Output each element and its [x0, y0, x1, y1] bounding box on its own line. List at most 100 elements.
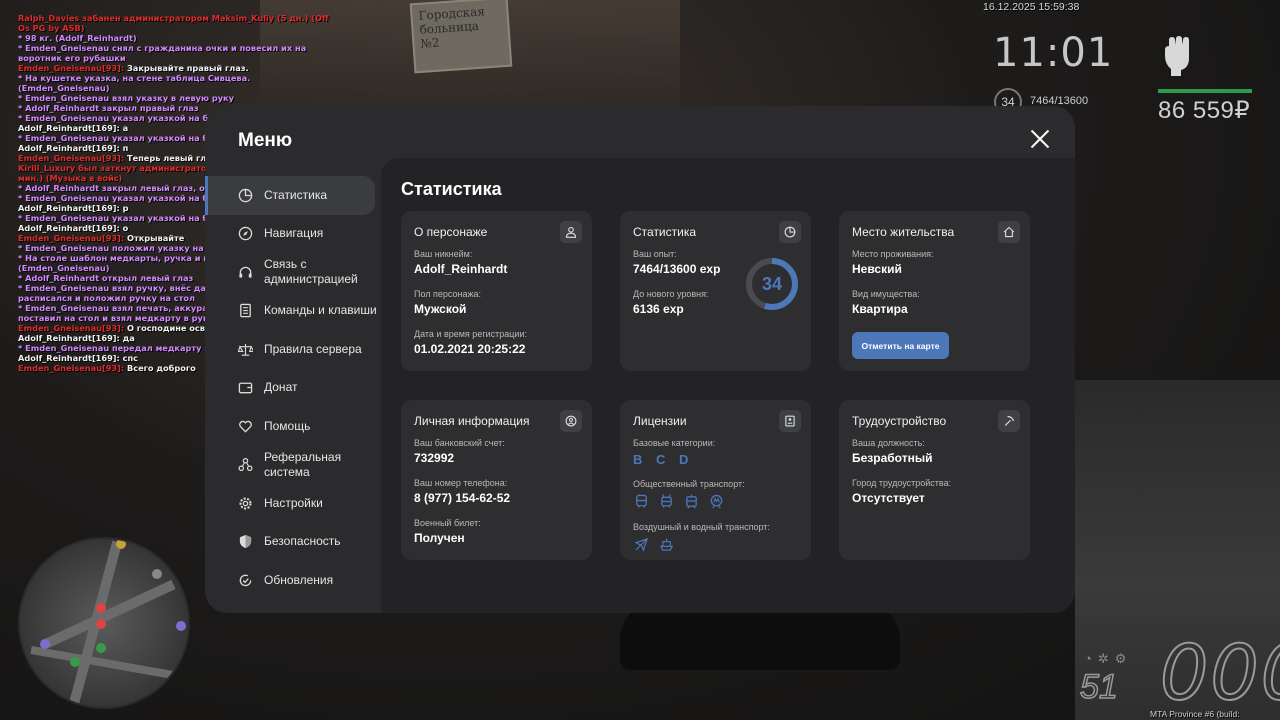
- menu-sidebar: Статистика Навигация Связь с администрац…: [205, 176, 381, 600]
- nav-item-label: Команды и клавиши: [264, 303, 377, 318]
- chat-text: Закрывайте правый глаз.: [124, 63, 249, 73]
- vehicle-status-icons: ◔✲⚙: [1084, 651, 1133, 666]
- hud-datetime: 16.12.2025 15:59:38: [983, 1, 1080, 13]
- chat-message: Emden_Gneisenau[93]: Закрывайте правый г…: [18, 63, 338, 73]
- hud-speedometer: 000: [1159, 627, 1280, 718]
- gear-icon: [237, 495, 254, 512]
- card-title: Статистика: [633, 225, 697, 239]
- background-sign: Городская больница №2: [409, 0, 513, 74]
- boat-icon: [658, 536, 675, 553]
- nav-item-referral[interactable]: Реферальная система: [205, 446, 381, 485]
- house-icon: [998, 221, 1020, 243]
- chat-text: Открывайте: [124, 233, 185, 243]
- chat-message: * Emden_Gneisenau взял указку в левую ру…: [18, 93, 234, 103]
- chat-sender: Emden_Gneisenau[93]:: [18, 233, 125, 243]
- nav-item-label: Реферальная система: [264, 449, 342, 479]
- property-type-label: Вид имущества:: [852, 289, 920, 299]
- id-card-icon: [779, 410, 801, 432]
- hud-money: 86 559₽: [1158, 97, 1251, 124]
- property-type-value: Квартира: [852, 302, 908, 316]
- nav-item-commands[interactable]: Команды и клавиши: [205, 292, 381, 331]
- menu-modal: Меню Статистика Навигация Связь с админи…: [205, 106, 1075, 613]
- card-title: Личная информация: [414, 414, 530, 428]
- pie-chart-icon: [237, 187, 254, 204]
- gender-label: Пол персонажа:: [414, 289, 482, 299]
- map-marker: [176, 621, 186, 631]
- map-marker: [96, 603, 106, 613]
- scales-icon: [237, 341, 254, 358]
- chat-message: * Emden_Gneisenau снял с гражданина очки…: [18, 43, 307, 63]
- chat-text: Всего доброго: [124, 363, 196, 373]
- chat-text: Теперь левый глаз: [124, 153, 217, 163]
- nav-item-rules[interactable]: Правила сервера: [205, 330, 381, 369]
- nav-item-statistics[interactable]: Статистика: [205, 176, 375, 215]
- nav-item-security[interactable]: Безопасность: [205, 523, 381, 562]
- pickaxe-icon: [998, 410, 1020, 432]
- metro-icon: [708, 493, 725, 510]
- chat-sender: Emden_Gneisenau[93]:: [18, 323, 125, 333]
- minimap: [18, 537, 190, 709]
- chat-sender: Emden_Gneisenau[93]:: [18, 63, 125, 73]
- military-id-value: Получен: [414, 531, 465, 545]
- nav-item-settings[interactable]: Настройки: [205, 484, 381, 523]
- nav-item-label: Навигация: [264, 226, 324, 241]
- nav-item-label: Обновления: [264, 572, 334, 587]
- bus-icon: [633, 493, 650, 510]
- military-id-label: Военный билет:: [414, 518, 481, 528]
- gender-value: Мужской: [414, 302, 467, 316]
- nav-item-updates[interactable]: Обновления: [205, 561, 381, 600]
- tram-icon: [683, 493, 700, 510]
- update-check-icon: [237, 572, 254, 589]
- nav-item-label: Безопасность: [264, 534, 341, 549]
- map-marker: [70, 657, 80, 667]
- nav-item-help[interactable]: Помощь: [205, 407, 381, 446]
- map-marker: [40, 639, 50, 649]
- hud-game-time: 11:01: [993, 30, 1114, 76]
- public-transport-label: Общественный транспорт:: [633, 479, 745, 489]
- nav-item-donate[interactable]: Донат: [205, 369, 381, 408]
- card-employment: Трудоустройство Ваша должность: Безработ…: [839, 400, 1030, 560]
- wallet-icon: [237, 379, 254, 396]
- nav-item-label: Правила сервера: [264, 341, 362, 356]
- position-value: Безработный: [852, 451, 933, 465]
- chat-sender: Emden_Gneisenau[93]:: [18, 153, 125, 163]
- residence-place-value: Невский: [852, 262, 902, 276]
- mark-on-map-button[interactable]: Отметить на карте: [852, 332, 949, 359]
- menu-title: Меню: [238, 130, 293, 151]
- hud-gear: 51: [1079, 667, 1118, 707]
- nav-item-label: Связь с администрацией: [264, 257, 358, 287]
- chat-message: * 98 кг. (Adolf_Reinhardt): [18, 33, 137, 43]
- registration-value: 01.02.2021 20:25:22: [414, 342, 526, 356]
- heart-hands-icon: [237, 418, 254, 435]
- nav-item-contact-admin[interactable]: Связь с администрацией: [205, 253, 381, 292]
- level-progress-ring: 34: [745, 257, 799, 311]
- card-title: Место жительства: [852, 225, 955, 239]
- nav-item-label: Статистика: [264, 187, 328, 202]
- phone-value: 8 (977) 154-62-52: [414, 491, 511, 505]
- document-icon: [237, 302, 254, 319]
- shield-icon: [237, 533, 254, 550]
- public-transport-icons: [633, 493, 798, 510]
- phone-label: Ваш номер телефона:: [414, 478, 508, 488]
- headset-icon: [237, 264, 254, 281]
- map-marker: [116, 539, 126, 549]
- employment-city-label: Город трудоустройства:: [852, 478, 952, 488]
- map-marker: [96, 643, 106, 653]
- card-title: Трудоустройство: [852, 414, 947, 428]
- chat-sender: Emden_Gneisenau[93]:: [18, 363, 125, 373]
- compass-icon: [237, 225, 254, 242]
- registration-label: Дата и время регистрации:: [414, 329, 527, 339]
- chat-message: Ralph_Davies забанен администратором Mak…: [18, 13, 329, 33]
- bank-account-value: 732992: [414, 451, 455, 465]
- card-title: О персонаже: [414, 225, 488, 239]
- base-categories-value: B C D: [633, 452, 694, 467]
- close-button[interactable]: [1029, 128, 1051, 150]
- build-info: MTA Province #6 (build: 6.12421.9): [1150, 709, 1240, 720]
- content-title: Статистика: [401, 179, 502, 199]
- residence-place-label: Место проживания:: [852, 249, 934, 259]
- card-statistics: Статистика Ваш опыт: 7464/13600 exp До н…: [620, 211, 811, 371]
- map-marker: [96, 619, 106, 629]
- content-panel: Статистика О персонаже Ваш никнейм: Adol…: [381, 158, 1075, 613]
- nav-item-navigation[interactable]: Навигация: [205, 215, 381, 254]
- card-residence: Место жительства Место проживания: Невск…: [839, 211, 1030, 371]
